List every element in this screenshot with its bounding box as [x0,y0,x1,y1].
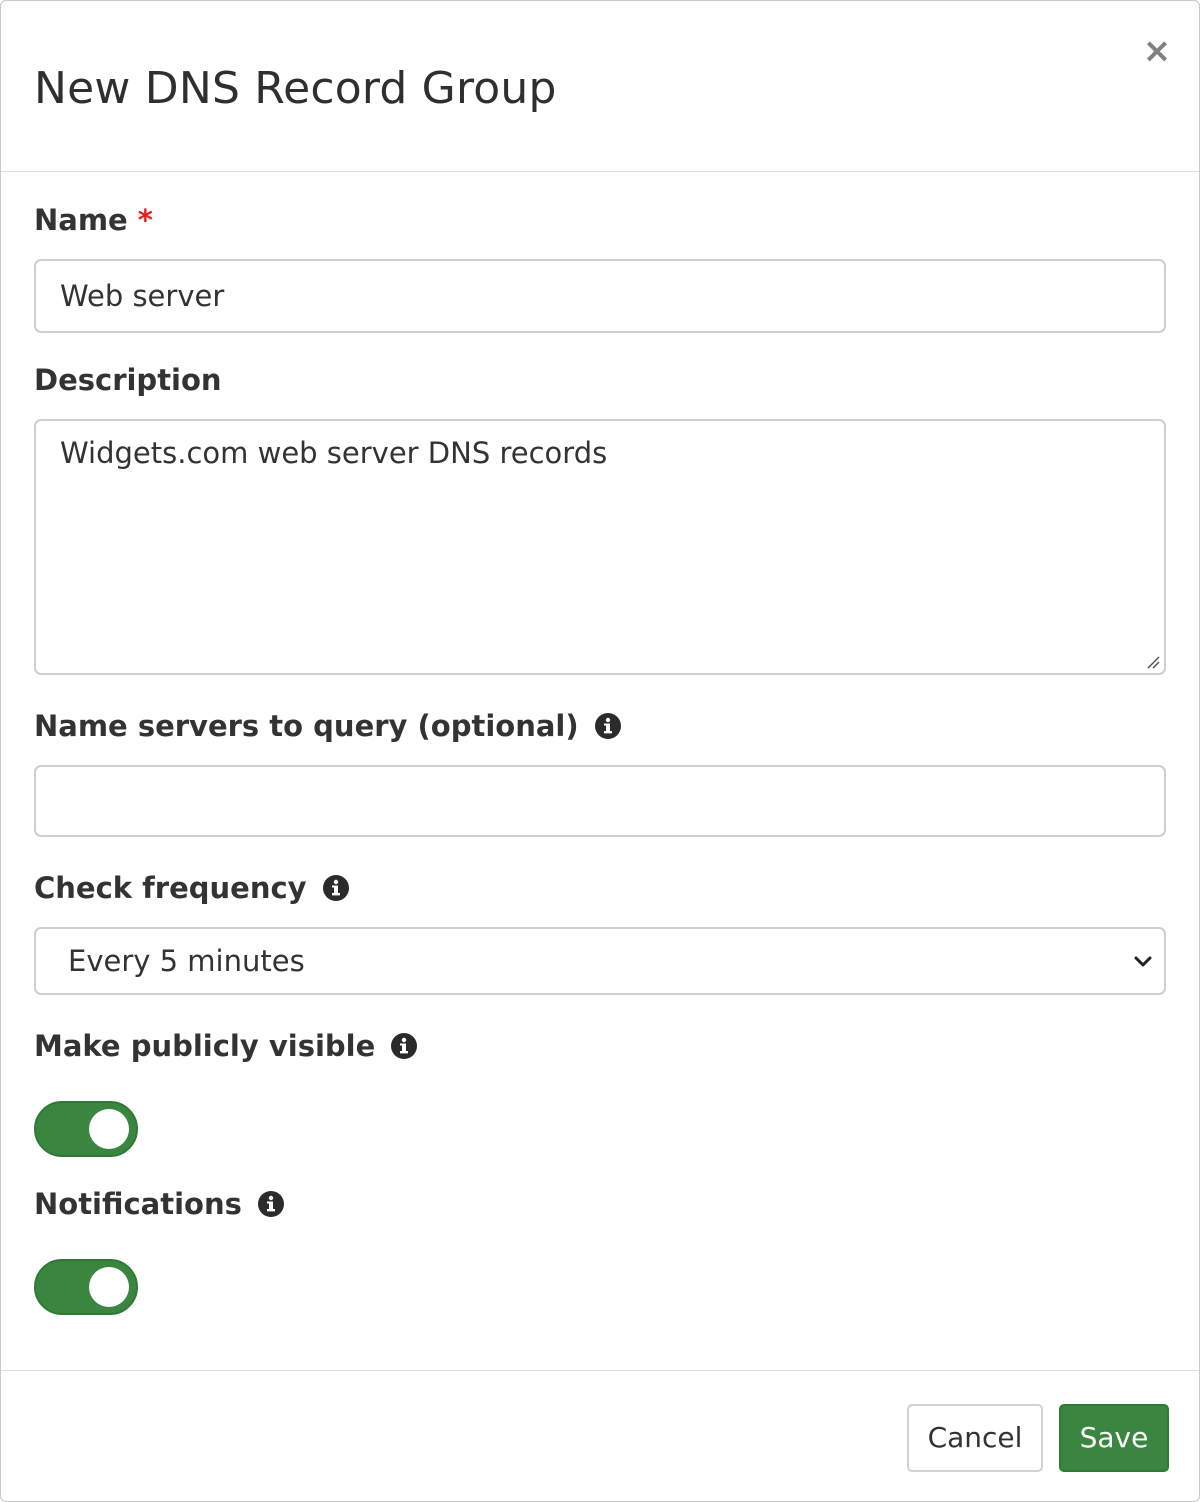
toggle-knob [89,1109,129,1149]
description-textarea[interactable]: Widgets.com web server DNS records [34,419,1166,675]
notifications-toggle[interactable] [34,1259,138,1315]
public-visibility-label: Make publicly visible [34,1029,418,1063]
chevron-down-icon [1134,956,1152,967]
public-visibility-label-text: Make publicly visible [34,1029,376,1063]
name-input[interactable]: Web server [34,259,1166,333]
required-marker: * [137,203,153,237]
name-label: Name * [34,203,153,237]
check-frequency-label: Check frequency [34,871,349,905]
info-icon[interactable] [322,875,349,901]
close-icon[interactable]: × [1143,31,1172,71]
notifications-label: Notifications [34,1187,284,1221]
dialog-footer: Cancel Save [1,1370,1199,1502]
name-servers-label: Name servers to query (optional) [34,709,621,743]
public-visibility-toggle[interactable] [34,1101,138,1157]
cancel-button[interactable]: Cancel [907,1404,1043,1472]
save-button[interactable]: Save [1059,1404,1169,1472]
check-frequency-value: Every 5 minutes [68,944,305,978]
name-servers-input[interactable] [34,765,1166,837]
dns-record-group-dialog: New DNS Record Group × Name * Web server… [0,0,1200,1502]
notifications-label-text: Notifications [34,1187,242,1221]
check-frequency-select[interactable]: Every 5 minutes [34,927,1166,995]
dialog-title: New DNS Record Group [34,63,557,114]
name-servers-label-text: Name servers to query (optional) [34,709,579,743]
toggle-knob [89,1267,129,1307]
description-value: Widgets.com web server DNS records [60,436,608,470]
dialog-header: New DNS Record Group × [1,1,1199,172]
description-label: Description [34,363,222,397]
check-frequency-label-text: Check frequency [34,871,307,905]
close-button[interactable]: × [1141,33,1173,69]
resize-handle-icon[interactable] [1146,655,1160,669]
info-icon[interactable] [257,1191,284,1217]
description-label-text: Description [34,363,222,397]
info-icon[interactable] [594,713,621,739]
name-input-value: Web server [60,279,225,313]
name-label-text: Name [34,203,128,237]
info-icon[interactable] [391,1033,418,1059]
